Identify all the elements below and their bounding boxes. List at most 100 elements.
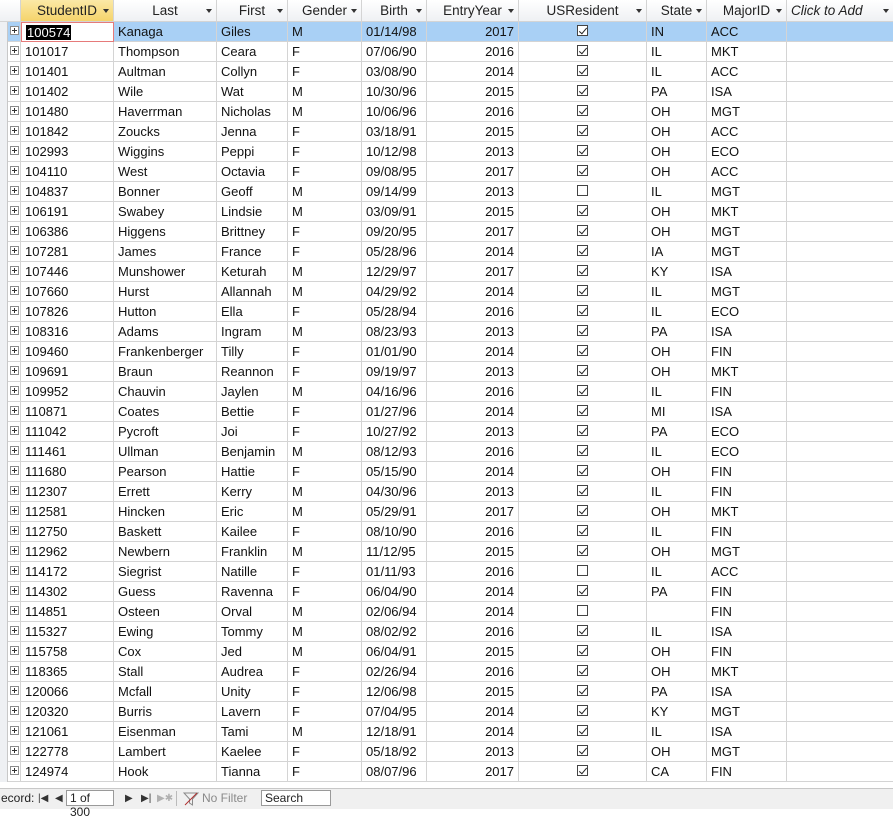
cell-us[interactable] [519,342,647,362]
cell-birth[interactable]: 12/06/98 [362,682,427,702]
cell-year[interactable]: 2015 [427,122,519,142]
header-majorid[interactable]: MajorID [707,0,787,22]
cell-last[interactable]: Lambert [114,742,217,762]
expand-plus-icon[interactable] [10,286,19,295]
cell-first[interactable]: Octavia [217,162,288,182]
checkbox-checked[interactable] [577,685,588,696]
checkbox-checked[interactable] [577,345,588,356]
cell-last[interactable]: Mcfall [114,682,217,702]
cell-add[interactable] [787,662,893,682]
cell-major[interactable]: MKT [707,202,787,222]
cell-major[interactable]: MKT [707,42,787,62]
cell-birth[interactable]: 01/27/96 [362,402,427,422]
cell-state[interactable]: IL [647,522,707,542]
table-row[interactable]: 104110 West Octavia F 09/08/95 2017 OH ACC [0,162,893,182]
cell-id[interactable]: 112962 [21,542,114,562]
expand-plus-icon[interactable] [10,326,19,335]
cell-birth[interactable]: 10/06/96 [362,102,427,122]
cell-first[interactable]: Joi [217,422,288,442]
expand-plus-icon[interactable] [10,566,19,575]
table-row[interactable]: 114851 Osteen Orval M 02/06/94 2014 FIN [0,602,893,622]
cell-birth[interactable]: 01/14/98 [362,22,427,42]
cell-id[interactable]: 112750 [21,522,114,542]
cell-birth[interactable]: 12/29/97 [362,262,427,282]
cell-us[interactable] [519,722,647,742]
checkbox-checked[interactable] [577,745,588,756]
cell-gender[interactable]: F [288,122,362,142]
table-row[interactable]: 102993 Wiggins Peppi F 10/12/98 2013 OH ECO [0,142,893,162]
table-row[interactable]: 108316 Adams Ingram M 08/23/93 2013 PA ISA [0,322,893,342]
checkbox-checked[interactable] [577,245,588,256]
cell-year[interactable]: 2015 [427,542,519,562]
cell-us[interactable] [519,142,647,162]
cell-us[interactable] [519,422,647,442]
cell-add[interactable] [787,602,893,622]
cell-year[interactable]: 2014 [427,282,519,302]
table-row[interactable]: 112962 Newbern Franklin M 11/12/95 2015 OH MGT [0,542,893,562]
cell-id[interactable]: 101842 [21,122,114,142]
cell-state[interactable]: IA [647,242,707,262]
cell-first[interactable]: Allannah [217,282,288,302]
cell-id[interactable]: 107826 [21,302,114,322]
cell-year[interactable]: 2015 [427,642,519,662]
cell-first[interactable]: Giles [217,22,288,42]
cell-major[interactable]: ACC [707,162,787,182]
cell-add[interactable] [787,322,893,342]
cell-major[interactable]: MGT [707,102,787,122]
cell-major[interactable]: ISA [707,82,787,102]
cell-state[interactable]: IL [647,442,707,462]
cell-add[interactable] [787,642,893,662]
table-row[interactable]: 120066 Mcfall Unity F 12/06/98 2015 PA ISA [0,682,893,702]
cell-last[interactable]: Newbern [114,542,217,562]
cell-id[interactable]: 122778 [21,742,114,762]
table-row[interactable]: 109460 Frankenberger Tilly F 01/01/90 2014 OH F… [0,342,893,362]
expand-plus-icon[interactable] [10,706,19,715]
cell-state[interactable]: IL [647,382,707,402]
cell-gender[interactable]: F [288,682,362,702]
cell-major[interactable]: FIN [707,342,787,362]
cell-birth[interactable]: 01/11/93 [362,562,427,582]
cell-id[interactable]: 112581 [21,502,114,522]
cell-first[interactable]: Unity [217,682,288,702]
cell-state[interactable]: OH [647,542,707,562]
cell-gender[interactable]: M [288,22,362,42]
cell-gender[interactable]: F [288,582,362,602]
record-selector[interactable] [0,642,8,662]
cell-major[interactable]: FIN [707,762,787,782]
cell-state[interactable]: MI [647,402,707,422]
checkbox-checked[interactable] [577,445,588,456]
cell-us[interactable] [519,542,647,562]
checkbox-unchecked[interactable] [577,565,588,576]
cell-last[interactable]: Hurst [114,282,217,302]
table-row[interactable]: 112581 Hincken Eric M 05/29/91 2017 OH MKT [0,502,893,522]
cell-last[interactable]: Errett [114,482,217,502]
cell-add[interactable] [787,182,893,202]
cell-state[interactable] [647,602,707,622]
cell-first[interactable]: Tami [217,722,288,742]
cell-birth[interactable]: 10/27/92 [362,422,427,442]
expand-plus-icon[interactable] [10,306,19,315]
cell-gender[interactable]: M [288,182,362,202]
expand-plus-icon[interactable] [10,246,19,255]
cell-add[interactable] [787,382,893,402]
cell-add[interactable] [787,82,893,102]
cell-first[interactable]: Natille [217,562,288,582]
cell-year[interactable]: 2016 [427,42,519,62]
expand-plus-icon[interactable] [10,646,19,655]
expand-plus-icon[interactable] [10,46,19,55]
cell-state[interactable]: OH [647,742,707,762]
header-last[interactable]: Last [114,0,217,22]
cell-state[interactable]: PA [647,582,707,602]
cell-last[interactable]: Zoucks [114,122,217,142]
record-selector[interactable] [0,162,8,182]
cell-last[interactable]: Munshower [114,262,217,282]
cell-gender[interactable]: M [288,82,362,102]
cell-last[interactable]: Chauvin [114,382,217,402]
checkbox-checked[interactable] [577,545,588,556]
expand-plus-icon[interactable] [10,526,19,535]
cell-us[interactable] [519,62,647,82]
checkbox-checked[interactable] [577,225,588,236]
cell-last[interactable]: Hincken [114,502,217,522]
checkbox-checked[interactable] [577,325,588,336]
cell-major[interactable]: ECO [707,302,787,322]
